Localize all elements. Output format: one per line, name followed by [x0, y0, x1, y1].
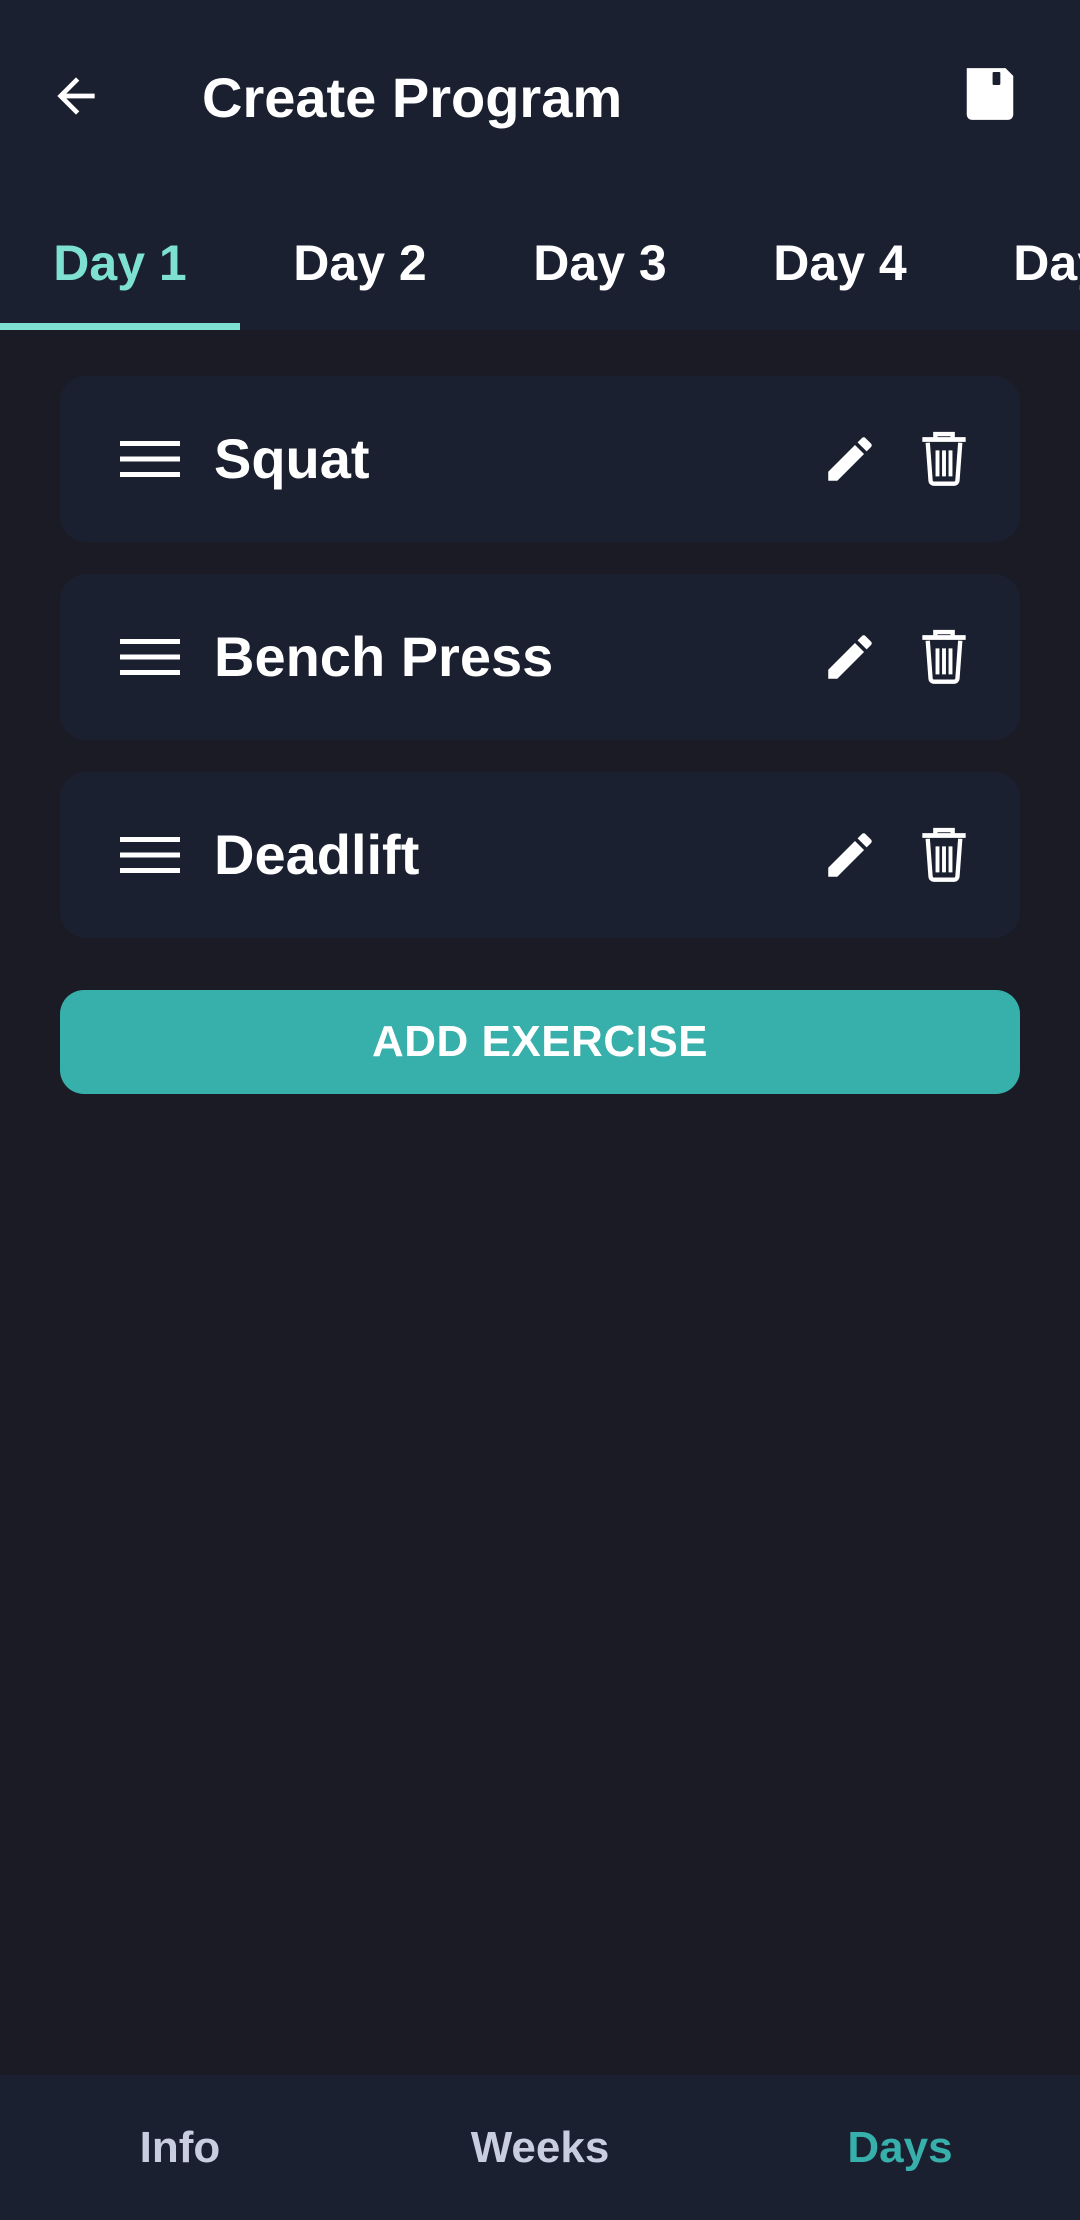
exercise-name: Squat	[214, 427, 370, 490]
tab-day-1[interactable]: Day 1	[0, 195, 240, 330]
top-app-bar: Create Program	[0, 0, 1080, 195]
exercise-item-deadlift: Deadlift	[60, 772, 1020, 938]
tab-day-4[interactable]: Day 4	[720, 195, 960, 330]
page-title: Create Program	[202, 66, 623, 129]
nav-label: Days	[847, 2122, 953, 2172]
pencil-icon	[828, 833, 872, 877]
drag-handle[interactable]	[118, 429, 182, 489]
drag-handle[interactable]	[118, 825, 182, 885]
tab-day-2[interactable]: Day 2	[240, 195, 480, 330]
delete-button[interactable]	[912, 427, 976, 491]
active-tab-indicator	[0, 323, 240, 330]
tab-label: Day 1	[53, 234, 187, 291]
drag-handle-icon	[120, 441, 180, 477]
nav-item-weeks[interactable]: Weeks	[360, 2075, 720, 2220]
trash-icon	[922, 431, 966, 486]
tab-day-5[interactable]: Day 5	[960, 195, 1080, 330]
arrow-left-icon	[57, 77, 95, 115]
drag-handle[interactable]	[118, 627, 182, 687]
pencil-icon	[828, 437, 872, 481]
drag-handle-icon	[120, 639, 180, 675]
edit-button[interactable]	[818, 823, 882, 887]
pencil-icon	[828, 635, 872, 679]
tab-label: Day 5	[1013, 234, 1080, 291]
nav-label: Weeks	[470, 2122, 610, 2172]
day-tabs: Day 1 Day 2 Day 3 Day 4 Day 5	[0, 195, 1080, 330]
edit-button[interactable]	[818, 625, 882, 689]
nav-label: Info	[139, 2122, 221, 2172]
exercise-item-squat: Squat	[60, 376, 1020, 542]
nav-item-info[interactable]: Info	[0, 2075, 360, 2220]
floppy-disk-icon	[966, 68, 1014, 120]
tab-label: Day 2	[293, 234, 427, 291]
delete-button[interactable]	[912, 823, 976, 887]
tab-label: Day 3	[533, 234, 667, 291]
nav-item-days[interactable]: Days	[720, 2075, 1080, 2220]
drag-handle-icon	[120, 837, 180, 873]
save-button[interactable]	[952, 56, 1028, 132]
app-root: Create Program Day 1 Day 2 Day 3 Day 4 D…	[0, 0, 1080, 2220]
trash-icon	[922, 629, 966, 684]
back-button[interactable]	[40, 60, 112, 132]
bottom-navigation: Info Weeks Days	[0, 2075, 1080, 2220]
trash-icon	[922, 827, 966, 882]
exercise-name: Bench Press	[214, 625, 554, 688]
exercise-name: Deadlift	[214, 823, 420, 886]
edit-button[interactable]	[818, 427, 882, 491]
delete-button[interactable]	[912, 625, 976, 689]
tab-day-3[interactable]: Day 3	[480, 195, 720, 330]
tab-label: Day 4	[773, 234, 907, 291]
add-exercise-button[interactable]: ADD EXERCISE	[60, 990, 1020, 1094]
exercise-item-bench-press: Bench Press	[60, 574, 1020, 740]
